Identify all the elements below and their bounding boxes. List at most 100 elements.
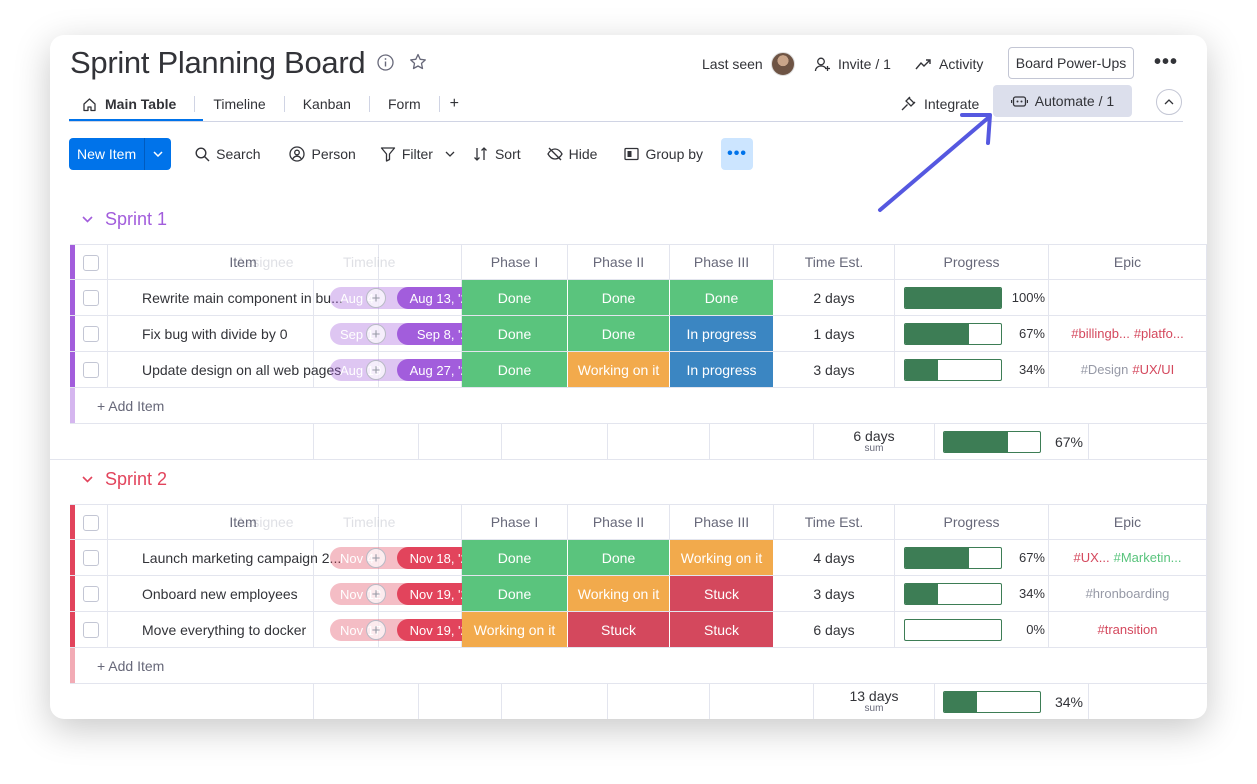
status-p2[interactable]: Done <box>568 316 670 351</box>
group-by-button[interactable]: Group by <box>624 146 703 162</box>
epic-tag[interactable]: #Design <box>1081 362 1129 377</box>
tab-main-table[interactable]: Main Table <box>70 89 194 119</box>
add-person-icon[interactable]: + <box>366 584 386 604</box>
time-estimate[interactable]: 4 days <box>774 540 895 575</box>
column-header-epic[interactable]: Epic <box>1049 245 1207 279</box>
column-header-progress[interactable]: Progress <box>895 245 1049 279</box>
status-p3[interactable]: In progress <box>670 352 774 387</box>
status-p1[interactable]: Done <box>462 280 568 315</box>
new-item-button[interactable]: New Item <box>69 138 172 170</box>
last-seen[interactable]: Last seen <box>702 52 795 76</box>
filter-button[interactable]: Filter <box>380 146 455 162</box>
column-header-phase3[interactable]: Phase III <box>670 245 774 279</box>
chevron-down-icon[interactable] <box>82 216 93 223</box>
tab-form[interactable]: Form <box>370 89 439 119</box>
invite-button[interactable]: Invite / 1 <box>814 53 891 75</box>
tab-timeline[interactable]: Timeline <box>195 89 283 119</box>
tab-kanban[interactable]: Kanban <box>285 89 369 119</box>
add-person-icon[interactable]: + <box>366 548 386 568</box>
column-header-phase1[interactable]: Phase I <box>462 505 568 539</box>
row-checkbox[interactable] <box>83 586 99 602</box>
group-title[interactable]: Sprint 2 <box>82 469 167 490</box>
chevron-down-icon[interactable] <box>82 476 93 483</box>
status-p1[interactable]: Done <box>462 316 568 351</box>
status-p1[interactable]: Working on it <box>462 612 568 647</box>
more-options-icon[interactable]: ••• <box>1154 51 1178 74</box>
status-p2[interactable]: Done <box>568 280 670 315</box>
add-item-button[interactable]: + Add Item <box>97 398 164 414</box>
status-p3[interactable]: Done <box>670 280 774 315</box>
hide-button[interactable]: Hide <box>546 146 597 162</box>
column-header-epic[interactable]: Epic <box>1049 505 1207 539</box>
activity-button[interactable]: Activity <box>915 53 983 75</box>
row-checkbox[interactable] <box>83 550 99 566</box>
board-title[interactable]: Sprint Planning Board <box>70 45 366 81</box>
status-p3[interactable]: Working on it <box>670 540 774 575</box>
status-p3[interactable]: In progress <box>670 316 774 351</box>
add-view-button[interactable]: + <box>440 89 469 119</box>
status-p3[interactable]: Stuck <box>670 612 774 647</box>
status-p2[interactable]: Done <box>568 540 670 575</box>
status-p1[interactable]: Done <box>462 540 568 575</box>
add-item-row[interactable]: + Add Item <box>70 648 1207 684</box>
column-header-timeline[interactable]: Timeline <box>343 245 462 279</box>
time-estimate[interactable]: 1 days <box>774 316 895 351</box>
status-p1[interactable]: Done <box>462 352 568 387</box>
add-person-icon[interactable]: + <box>366 324 386 344</box>
epic-cell[interactable] <box>1049 280 1207 315</box>
epic-tag[interactable]: #UX/UI <box>1132 362 1174 377</box>
status-p2[interactable]: Stuck <box>568 612 670 647</box>
column-header-time-est[interactable]: Time Est. <box>774 245 895 279</box>
row-checkbox[interactable] <box>83 362 99 378</box>
add-person-icon[interactable]: + <box>366 288 386 308</box>
add-item-button[interactable]: + Add Item <box>97 658 164 674</box>
chevron-down-icon[interactable] <box>445 151 455 157</box>
row-checkbox[interactable] <box>83 622 99 638</box>
time-estimate[interactable]: 2 days <box>774 280 895 315</box>
column-header-time-est[interactable]: Time Est. <box>774 505 895 539</box>
epic-tag[interactable]: #billingb... <box>1071 326 1130 341</box>
epic-tag[interactable]: #UX... <box>1073 550 1109 565</box>
epic-cell[interactable]: #Design #UX/UI <box>1049 352 1207 387</box>
group-title[interactable]: Sprint 1 <box>82 209 167 230</box>
status-p1[interactable]: Done <box>462 576 568 611</box>
star-icon[interactable] <box>409 53 427 71</box>
search-button[interactable]: Search <box>195 146 260 162</box>
column-header-item[interactable]: Assignee Item <box>108 245 379 279</box>
column-header-phase1[interactable]: Phase I <box>462 245 568 279</box>
status-p3[interactable]: Stuck <box>670 576 774 611</box>
toolbar-more-icon[interactable]: ••• <box>721 138 754 170</box>
epic-cell[interactable]: #UX... #Marketin... <box>1049 540 1207 575</box>
row-checkbox[interactable] <box>83 326 99 342</box>
epic-cell[interactable]: #hronboarding <box>1049 576 1207 611</box>
info-icon[interactable] <box>377 54 394 71</box>
time-estimate[interactable]: 6 days <box>774 612 895 647</box>
collapse-header-button[interactable] <box>1156 89 1182 115</box>
epic-tag[interactable]: #hronboarding <box>1086 586 1170 601</box>
board-powerups-button[interactable]: Board Power-Ups <box>1008 47 1134 79</box>
epic-cell[interactable]: #billingb... #platfo... <box>1049 316 1207 351</box>
column-header-phase2[interactable]: Phase II <box>568 505 670 539</box>
column-header-phase3[interactable]: Phase III <box>670 505 774 539</box>
chevron-down-icon[interactable] <box>145 151 171 157</box>
epic-tag[interactable]: #transition <box>1098 622 1158 637</box>
add-item-row[interactable]: + Add Item <box>70 388 1207 424</box>
add-person-icon[interactable]: + <box>366 360 386 380</box>
epic-tag[interactable]: #Marketin... <box>1114 550 1182 565</box>
avatar[interactable] <box>770 52 795 76</box>
epic-tag[interactable]: #platfo... <box>1134 326 1184 341</box>
status-p2[interactable]: Working on it <box>568 352 670 387</box>
sort-button[interactable]: Sort <box>473 146 521 162</box>
time-estimate[interactable]: 3 days <box>774 576 895 611</box>
row-checkbox[interactable] <box>83 290 99 306</box>
status-p2[interactable]: Working on it <box>568 576 670 611</box>
column-header-progress[interactable]: Progress <box>895 505 1049 539</box>
epic-cell[interactable]: #transition <box>1049 612 1207 647</box>
person-filter-button[interactable]: Person <box>289 146 356 162</box>
integrate-button[interactable]: Integrate <box>900 91 979 117</box>
time-estimate[interactable]: 3 days <box>774 352 895 387</box>
column-header-phase2[interactable]: Phase II <box>568 245 670 279</box>
column-header-timeline[interactable]: Timeline <box>343 505 462 539</box>
automate-button[interactable]: Automate / 1 <box>993 85 1132 117</box>
column-header-item[interactable]: Assignee Item <box>108 505 379 539</box>
